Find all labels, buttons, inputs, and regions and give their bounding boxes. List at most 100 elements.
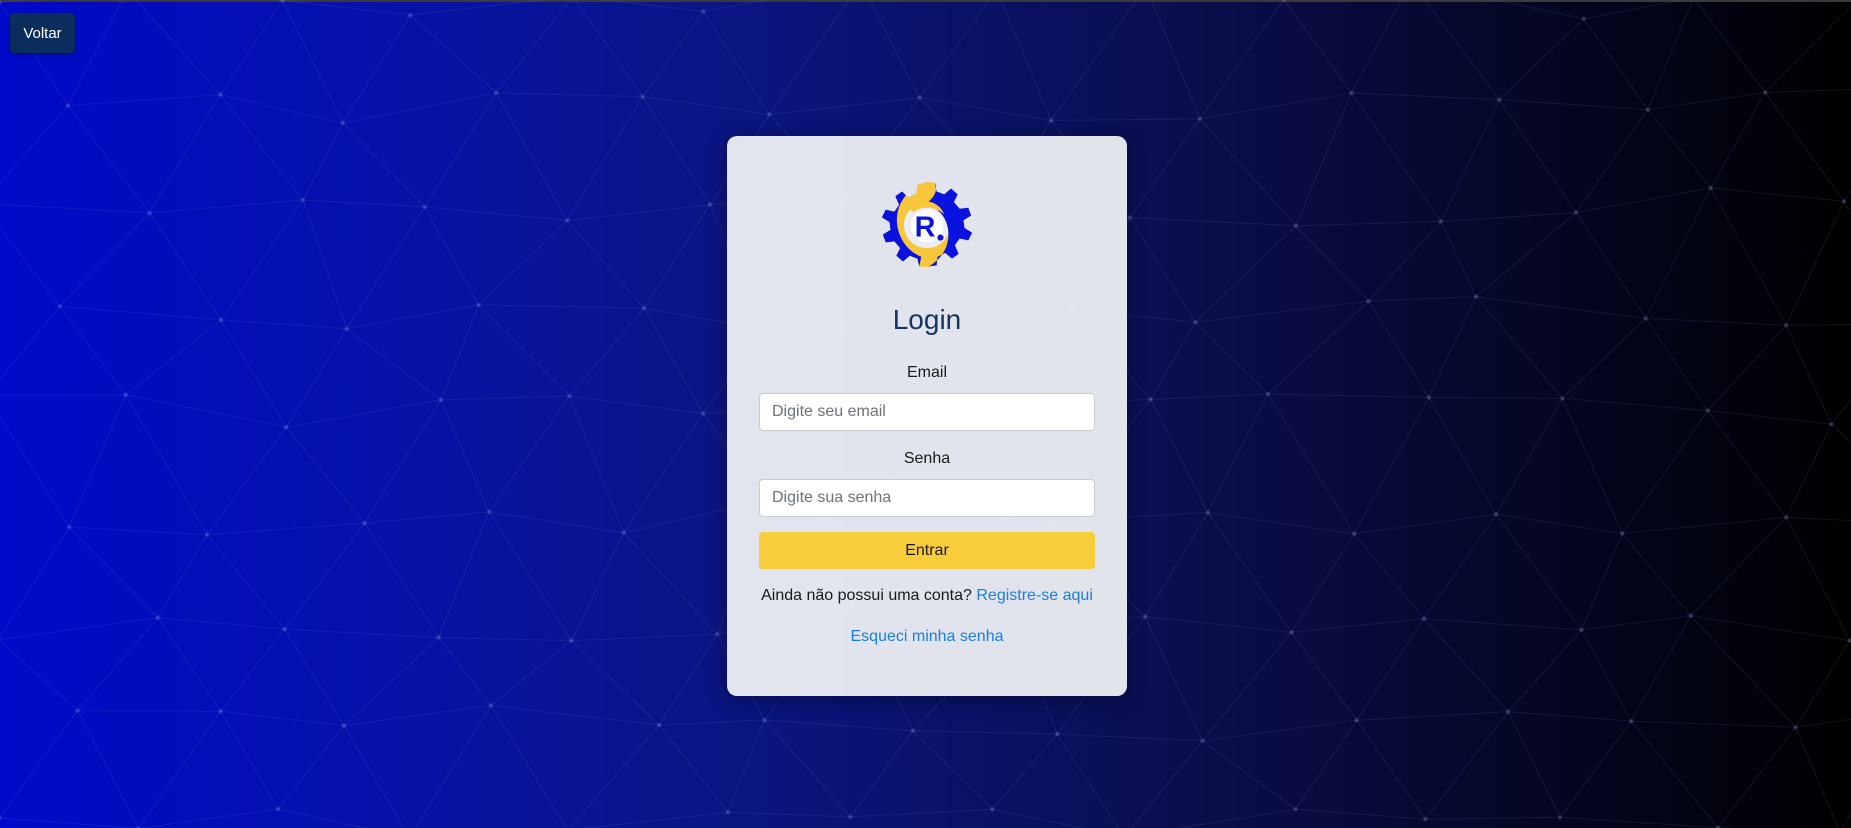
network-line <box>1559 816 1718 828</box>
network-line <box>1575 212 1647 319</box>
network-node <box>0 815 2 821</box>
network-line <box>568 307 645 397</box>
network-line <box>1647 91 1766 111</box>
network-node <box>1643 316 1648 321</box>
network-line <box>1440 99 1500 222</box>
signup-link[interactable]: Registre-se aqui <box>976 587 1093 604</box>
network-node <box>1708 185 1713 191</box>
network-line <box>0 415 70 528</box>
network-line <box>1690 615 1850 642</box>
network-line <box>1051 118 1200 122</box>
network-line <box>1645 317 1787 326</box>
network-line <box>0 394 126 396</box>
network-line <box>157 617 222 712</box>
network-line <box>424 206 480 306</box>
network-node <box>493 90 499 96</box>
network-line <box>346 328 442 401</box>
network-node <box>155 615 161 620</box>
network-line <box>1785 424 1832 518</box>
network-node <box>1352 531 1357 536</box>
network-line <box>1194 321 1269 395</box>
network-line <box>77 710 221 712</box>
network-line <box>1295 808 1426 820</box>
network-line <box>496 92 643 98</box>
network-line <box>125 319 222 396</box>
network-node <box>1793 725 1798 730</box>
network-node <box>707 202 713 207</box>
network-node <box>621 530 627 535</box>
network-line <box>1291 631 1358 721</box>
network-line <box>0 0 30 3</box>
network-line <box>1353 397 1430 534</box>
network-line <box>1129 217 1196 323</box>
network-line <box>727 719 765 813</box>
network-line <box>1351 92 1500 101</box>
network-line <box>1150 393 1269 400</box>
network-line <box>343 704 492 727</box>
password-input[interactable] <box>759 479 1095 517</box>
network-node <box>641 305 647 311</box>
network-node <box>1197 116 1203 122</box>
network-node <box>218 317 224 323</box>
network-line <box>284 628 345 726</box>
network-line <box>1050 0 1137 121</box>
network-node <box>486 509 492 515</box>
network-node <box>340 120 345 126</box>
network-line <box>1707 410 1832 425</box>
network-line <box>1283 0 1352 94</box>
login-submit-button[interactable]: Entrar <box>759 532 1095 569</box>
network-node <box>1423 816 1428 822</box>
network-node <box>767 112 772 117</box>
email-label: Email <box>906 364 947 381</box>
network-node <box>848 814 853 820</box>
network-line <box>1267 300 1369 395</box>
email-input[interactable] <box>759 393 1095 431</box>
gear-logo-icon: R <box>881 181 973 268</box>
network-node <box>569 638 574 643</box>
network-node <box>715 631 720 637</box>
network-line <box>850 808 993 818</box>
network-line <box>478 220 568 306</box>
network-node <box>725 809 731 815</box>
network-line <box>1645 318 1709 411</box>
network-line <box>1295 92 1352 226</box>
network-line <box>582 811 728 828</box>
network-line <box>1129 217 1296 227</box>
network-line <box>1622 516 1787 534</box>
network-node <box>1142 614 1148 619</box>
network-line <box>1368 300 1430 398</box>
network-line <box>623 413 704 534</box>
network-node <box>910 728 916 734</box>
network-line <box>1508 711 1632 722</box>
network-line <box>1764 5 1851 93</box>
forgot-password-line: Esqueci minha senha <box>727 628 1127 646</box>
network-line <box>1000 0 1052 121</box>
network-line <box>220 199 304 321</box>
network-line <box>1150 321 1196 400</box>
network-line <box>1202 740 1296 810</box>
forgot-password-link[interactable]: Esqueci minha senha <box>851 628 1004 645</box>
network-node <box>1054 731 1060 737</box>
network-line <box>342 14 411 124</box>
network-line <box>764 719 851 818</box>
network-line <box>1785 517 1851 641</box>
network-line <box>285 328 348 428</box>
network-node <box>1127 215 1133 220</box>
network-line <box>220 628 286 712</box>
network-line <box>302 199 425 208</box>
network-line <box>424 92 497 208</box>
network-line <box>282 0 344 124</box>
network-line <box>868 0 921 98</box>
network-line <box>438 637 492 706</box>
network-line <box>1498 99 1577 213</box>
network-line <box>1710 187 1787 326</box>
network-line <box>282 0 411 16</box>
network-node <box>1620 531 1625 536</box>
network-line <box>488 395 570 513</box>
network-line <box>0 817 139 828</box>
network-line <box>284 522 366 630</box>
back-button[interactable]: Voltar <box>10 13 75 53</box>
network-node <box>1048 118 1054 123</box>
network-line <box>1267 393 1355 535</box>
network-line <box>1295 225 1369 302</box>
